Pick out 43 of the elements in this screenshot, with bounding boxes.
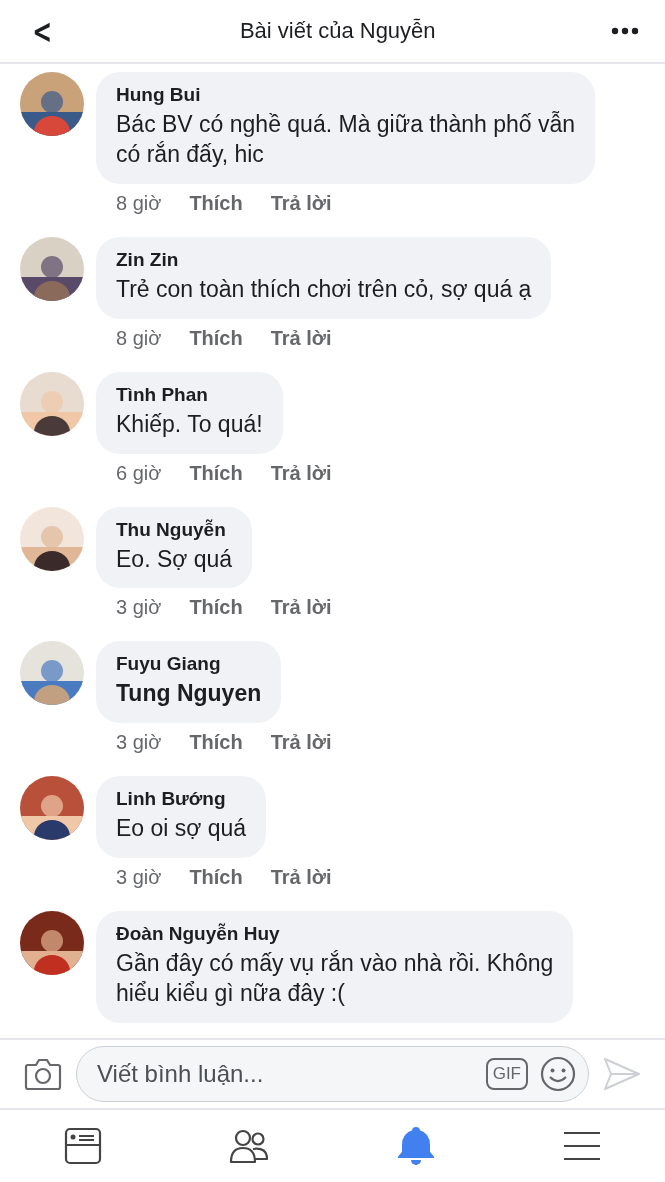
comment-author[interactable]: Linh Bướng xyxy=(116,788,247,811)
reply-button[interactable]: Trả lời xyxy=(270,731,332,755)
reply-button[interactable]: Trả lời xyxy=(270,326,332,350)
comment-text: Trẻ con toàn thích chơi trên cỏ, sợ quá ạ xyxy=(116,274,532,304)
reply-button[interactable]: Trả lời xyxy=(270,461,332,485)
comment-author[interactable]: Zin Zin xyxy=(116,248,532,271)
gif-button[interactable]: GIF xyxy=(485,1058,528,1090)
comment-time: 6 giờ xyxy=(116,461,162,485)
smiley-icon[interactable] xyxy=(540,1056,576,1092)
comment-text: Eo oi sợ quá xyxy=(116,814,247,844)
comment-time: 3 giờ xyxy=(116,596,162,620)
comment-time: 3 giờ xyxy=(116,866,162,890)
comment-time: 8 giờ xyxy=(116,191,162,215)
reply-button[interactable]: Trả lời xyxy=(270,866,332,890)
menu-icon[interactable] xyxy=(563,1131,600,1161)
camera-icon[interactable] xyxy=(24,1057,62,1091)
comment-input[interactable]: Viết bình luận... GIF xyxy=(76,1046,589,1102)
comment-time: 3 giờ xyxy=(116,731,162,755)
bell-icon[interactable] xyxy=(397,1126,434,1166)
mention-link[interactable]: Tung Nguyen xyxy=(116,679,262,710)
comment-author[interactable]: Tình Phan xyxy=(116,383,263,406)
comment-text: Gần đây có mấy vụ rắn vào nhà rồi. Không hiểu kiểu gì nữa đây :( xyxy=(116,949,554,1009)
reply-button[interactable]: Trả lời xyxy=(270,191,332,215)
comment-author[interactable]: Fuyu Giang xyxy=(116,653,262,676)
like-button[interactable]: Thích xyxy=(189,326,243,350)
like-button[interactable]: Thích xyxy=(189,191,243,215)
comment-time: 8 giờ xyxy=(116,326,162,350)
more-icon[interactable] xyxy=(611,27,639,35)
like-button[interactable]: Thích xyxy=(189,461,243,485)
comment-text: Khiếp. To quá! xyxy=(116,409,263,439)
reply-button[interactable]: Trả lời xyxy=(270,596,332,620)
like-button[interactable]: Thích xyxy=(189,731,243,755)
comment-author[interactable]: Thu Nguyễn xyxy=(116,518,233,541)
comment-text: Eo. Sợ quá xyxy=(116,544,233,574)
back-button[interactable]: < xyxy=(26,11,58,51)
news-feed-icon[interactable] xyxy=(64,1127,103,1165)
page-title: Bài viết của Nguyễn xyxy=(239,18,436,44)
comment-text: Bác BV có nghề quá. Mà giữa thành phố vẫn có rắn đấy, hic xyxy=(116,110,576,169)
comment-author[interactable]: Đoàn Nguyễn Huy xyxy=(116,923,554,946)
friends-icon[interactable] xyxy=(229,1128,270,1164)
like-button[interactable]: Thích xyxy=(189,866,243,890)
like-button[interactable]: Thích xyxy=(189,596,243,620)
comment-author[interactable]: Hung Bui xyxy=(116,84,576,106)
